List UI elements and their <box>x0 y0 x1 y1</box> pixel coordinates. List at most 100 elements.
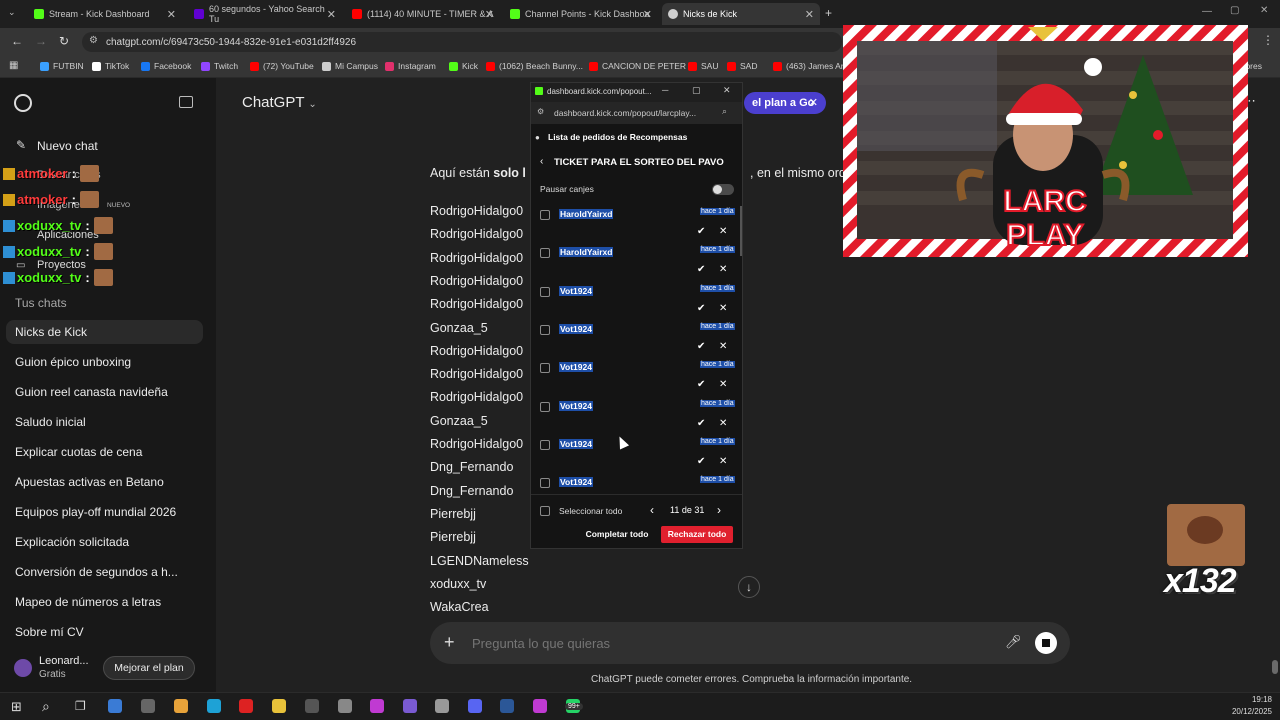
window-close-icon[interactable]: ✕ <box>1260 5 1268 16</box>
capcut-icon[interactable] <box>305 699 319 713</box>
redemption-checkbox[interactable] <box>540 478 550 489</box>
clock-date[interactable]: 20/12/2025 <box>1222 707 1272 716</box>
sidebar-chat-item[interactable]: Guion épico unboxing <box>15 355 131 369</box>
sidebar-chat-item[interactable]: Apuestas activas en Betano <box>15 475 164 489</box>
back-chevron-icon[interactable]: ‹ <box>540 156 543 167</box>
chrome-icon[interactable] <box>174 699 188 713</box>
sidebar-chat-item[interactable]: Equipos play-off mundial 2026 <box>15 505 176 519</box>
new-chat-button[interactable]: Nuevo chat <box>37 139 98 153</box>
plus-icon[interactable]: + <box>444 632 455 653</box>
bookmark-item[interactable]: Kick <box>449 61 478 71</box>
new-tab-icon[interactable]: + <box>825 6 832 20</box>
openai-logo-icon[interactable] <box>14 94 32 112</box>
approve-check-icon[interactable]: ✔ <box>697 226 705 237</box>
close-icon[interactable]: ✕ <box>809 92 818 114</box>
page-scrollbar[interactable] <box>1272 660 1278 674</box>
avatar[interactable] <box>14 659 32 677</box>
close-icon[interactable]: ✕ <box>643 8 652 21</box>
reject-x-icon[interactable]: ✕ <box>719 418 727 429</box>
approve-check-icon[interactable]: ✔ <box>697 379 705 390</box>
approve-check-icon[interactable]: ✔ <box>697 341 705 352</box>
bookmark-item[interactable]: FUTBIN <box>40 61 84 71</box>
model-selector[interactable]: ChatGPT ⌄ <box>242 94 317 111</box>
close-icon[interactable]: ✕ <box>167 8 176 21</box>
minimize-icon[interactable]: — <box>1202 6 1212 17</box>
select-all-checkbox[interactable] <box>540 506 550 516</box>
bookmark-item[interactable]: Mi Campus <box>322 61 378 71</box>
redemption-checkbox[interactable] <box>540 286 550 297</box>
prev-page-icon[interactable]: ‹ <box>650 503 654 517</box>
word-icon[interactable] <box>500 699 514 713</box>
complete-all-button[interactable]: Completar todo <box>581 526 653 543</box>
bookmark-item[interactable]: (1062) Beach Bunny... <box>486 61 583 71</box>
bookmark-item[interactable]: CANCION DE PETER <box>589 61 686 71</box>
tab-stream-dashboard[interactable]: Stream - Kick Dashboard ✕ <box>28 3 182 25</box>
edge-icon[interactable] <box>207 699 221 713</box>
reject-x-icon[interactable]: ✕ <box>719 226 727 237</box>
go-plan-button[interactable]: el plan a Go ✕ <box>744 92 826 114</box>
approve-check-icon[interactable]: ✔ <box>697 303 705 314</box>
redemption-checkbox[interactable] <box>540 248 550 259</box>
obs-icon[interactable] <box>403 699 417 713</box>
upgrade-plan-button[interactable]: Mejorar el plan <box>103 656 195 680</box>
reload-icon[interactable]: ↻ <box>59 34 69 48</box>
approve-check-icon[interactable]: ✔ <box>697 418 705 429</box>
sidebar-chat-item[interactable]: Explicar cuotas de cena <box>15 445 142 459</box>
edge-store-icon[interactable] <box>108 699 122 713</box>
sidebar-chat-item[interactable]: Nicks de Kick <box>6 320 203 344</box>
close-icon[interactable]: ✕ <box>805 8 814 21</box>
redemption-checkbox[interactable] <box>540 324 550 335</box>
clock-time[interactable]: 19:18 <box>1240 695 1272 704</box>
close-icon[interactable]: ✕ <box>327 8 336 21</box>
redemption-checkbox[interactable] <box>540 439 550 450</box>
redemption-checkbox[interactable] <box>540 363 550 374</box>
search-icon[interactable]: ⌕ <box>42 698 50 715</box>
approve-check-icon[interactable]: ✔ <box>697 264 705 275</box>
scroll-down-button[interactable]: ↓ <box>738 576 760 598</box>
tab-channel-points[interactable]: Channel Points - Kick Dashboa ✕ <box>504 3 658 25</box>
maximize-icon[interactable]: ▢ <box>692 85 701 96</box>
reject-all-button[interactable]: Rechazar todo <box>661 526 733 543</box>
bookmark-item[interactable]: TikTok <box>92 61 129 71</box>
sidebar-chat-item[interactable]: Conversión de segundos a h... <box>15 565 178 579</box>
reject-x-icon[interactable]: ✕ <box>719 379 727 390</box>
tab-youtube-timer[interactable]: (1114) 40 MINUTE - TIMER & A ✕ <box>346 3 500 25</box>
forward-icon[interactable]: → <box>35 34 47 48</box>
address-bar[interactable]: ⚙ chatgpt.com/c/69473c50-1944-832e-91e1-… <box>82 32 842 52</box>
sidebar-chat-item[interactable]: Sobre mí CV <box>15 625 84 639</box>
next-page-icon[interactable]: › <box>717 503 721 517</box>
close-icon[interactable]: ✕ <box>723 85 731 96</box>
xbox-icon[interactable] <box>141 699 155 713</box>
prompt-input[interactable] <box>472 633 952 653</box>
reject-x-icon[interactable]: ✕ <box>719 264 727 275</box>
bookmark-item[interactable]: Twitch <box>201 61 238 71</box>
close-icon[interactable]: ✕ <box>485 8 494 21</box>
app-red-icon[interactable] <box>239 699 253 713</box>
redemption-checkbox[interactable] <box>540 401 550 412</box>
tab-nicks-de-kick[interactable]: Nicks de Kick ✕ <box>662 3 820 25</box>
sidebar-chat-item[interactable]: Explicación solicitada <box>15 535 129 549</box>
reject-x-icon[interactable]: ✕ <box>719 303 727 314</box>
calculator-icon[interactable] <box>435 699 449 713</box>
sidebar-toggle-icon[interactable] <box>179 96 193 108</box>
reject-x-icon[interactable]: ✕ <box>719 341 727 352</box>
discord-icon[interactable] <box>468 699 482 713</box>
steam-icon[interactable] <box>338 699 352 713</box>
popup-scrollbar[interactable] <box>740 206 742 256</box>
approve-check-icon[interactable]: ✔ <box>697 456 705 467</box>
user-name[interactable]: Leonard... <box>39 655 89 667</box>
notes-icon[interactable] <box>533 699 547 713</box>
bookmark-item[interactable]: SAD <box>727 61 757 71</box>
folder-icon[interactable] <box>272 699 286 713</box>
minimize-icon[interactable]: ─ <box>662 85 668 95</box>
task-view-icon[interactable]: ❐ <box>75 699 86 713</box>
microphone-icon[interactable]: 🎤︎ <box>1005 634 1022 650</box>
sidebar-chat-item[interactable]: Saludo inicial <box>15 415 86 429</box>
sidebar-chat-item[interactable]: Mapeo de números a letras <box>15 595 161 609</box>
tab-yahoo-search[interactable]: 60 segundos - Yahoo Search Tu ✕ <box>188 3 342 25</box>
reject-x-icon[interactable]: ✕ <box>719 456 727 467</box>
popup-address-bar[interactable]: ⚙ dashboard.kick.com/popout/larcplay... … <box>531 102 742 124</box>
apps-grid-icon[interactable]: ▦ <box>9 60 18 71</box>
redemption-checkbox[interactable] <box>540 210 550 220</box>
bookmark-item[interactable]: Instagram <box>385 61 436 71</box>
